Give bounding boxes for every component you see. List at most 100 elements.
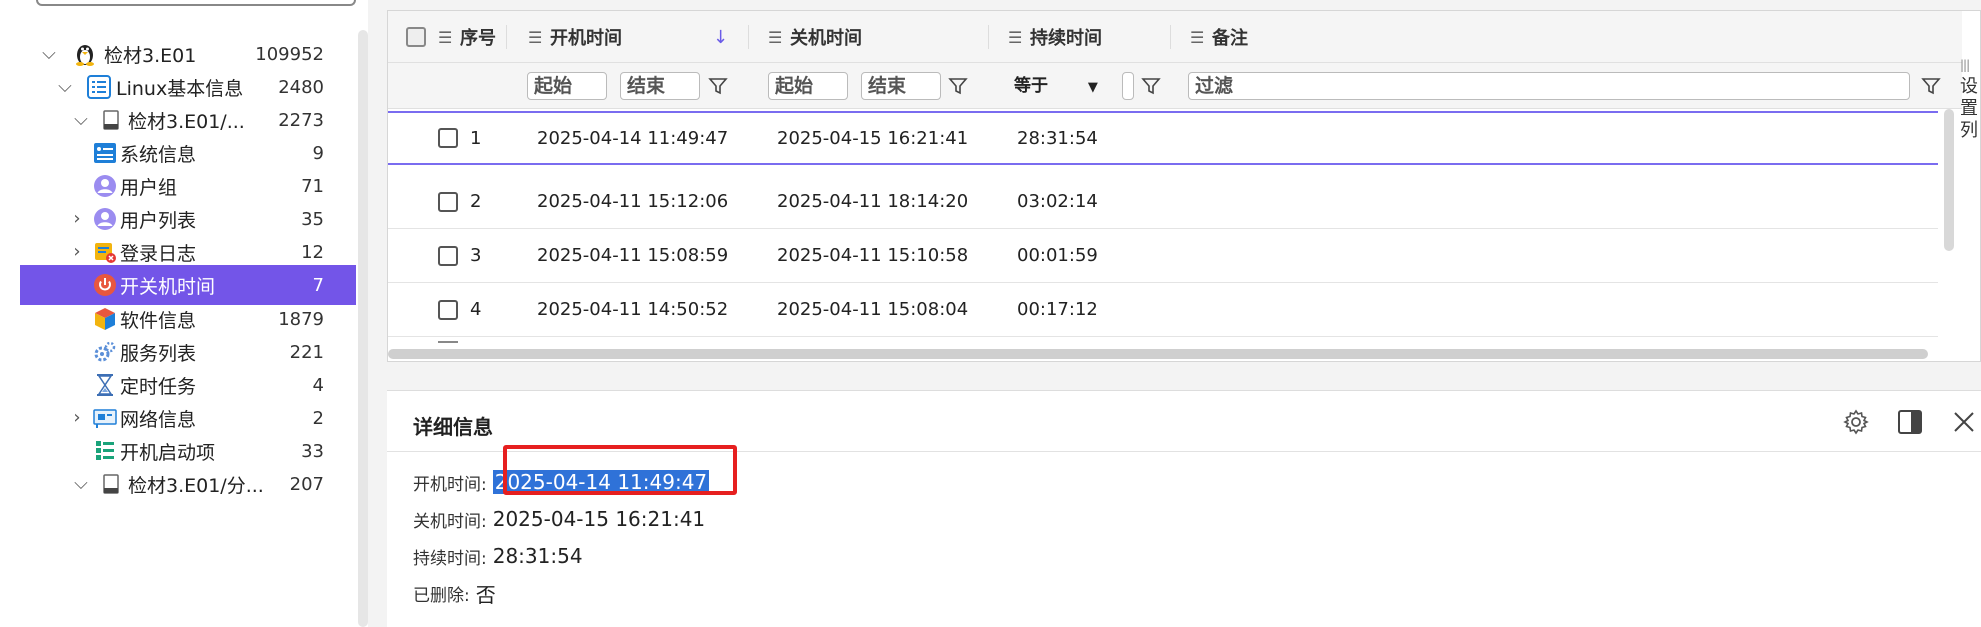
tree-item-count: 109952 [255, 43, 324, 65]
cell-end-time: 2025-04-11 18:14:20 [777, 191, 969, 212]
column-separator[interactable] [506, 25, 507, 49]
chevron-right-icon[interactable]: › [70, 243, 84, 261]
tree-item-label: Linux基本信息 [116, 77, 244, 100]
hourglass-icon [92, 372, 118, 398]
tree-item-count: 2 [312, 407, 324, 429]
tree-item-label: 服务列表 [120, 342, 197, 365]
filter-icon[interactable] [705, 72, 731, 100]
tree-item-count: 9 [312, 142, 324, 164]
tree-item-label: 用户组 [120, 176, 178, 199]
cell-end-time: 2025-04-11 15:10:58 [777, 245, 969, 266]
tree-item-count: 221 [289, 341, 324, 363]
tree-item-count: 7 [312, 274, 324, 296]
detail-field-deleted: 已删除: 否 [413, 578, 496, 608]
list-icon: ☰ [1008, 27, 1023, 47]
gear-icon[interactable] [1841, 407, 1871, 437]
column-header-note[interactable]: ☰ 备注 [1190, 11, 1248, 63]
user-icon [92, 173, 118, 199]
grip-icon: ||| [1960, 58, 1970, 72]
filter-icon[interactable] [1918, 72, 1944, 100]
chevron-down-icon[interactable]: ⌵ [42, 45, 56, 63]
column-header-start-time[interactable]: ☰ 开机时间 [528, 11, 622, 63]
toggle-panel-icon[interactable] [1895, 407, 1925, 437]
cube-icon [92, 306, 118, 332]
tree-item-partition-2[interactable]: ⌵ 检材3.E01/分... 207 [20, 464, 356, 504]
partial-row-checkbox [438, 341, 458, 343]
evidence-tree-panel: ⌵ 检材3.E01 109952 ⌵ Linux基本信息 2480 ⌵ 检材3.… [0, 0, 368, 627]
cell-end-time: 2025-04-11 15:08:04 [777, 299, 969, 320]
end-time-from-input[interactable]: 起始 [768, 72, 848, 100]
table-horizontal-scrollbar[interactable] [388, 349, 1928, 359]
detail-field-end-time: 关机时间: 2025-04-15 16:21:41 [413, 504, 705, 534]
cell-start-time: 2025-04-11 15:12:06 [537, 191, 729, 212]
field-value[interactable]: 否 [476, 579, 496, 608]
field-key: 关机时间: [413, 511, 487, 532]
chevron-down-icon[interactable]: ⌵ [74, 111, 88, 129]
column-header-end-time[interactable]: ☰ 关机时间 [768, 11, 862, 63]
note-filter-input[interactable]: 过滤 [1188, 72, 1910, 100]
table-row[interactable]: 1 2025-04-14 11:49:47 2025-04-15 16:21:4… [388, 111, 1938, 165]
table-row[interactable]: 3 2025-04-11 15:08:59 2025-04-11 15:10:5… [388, 229, 1938, 283]
field-key: 已删除: [413, 585, 470, 606]
cell-index: 4 [470, 299, 482, 320]
column-separator[interactable] [1170, 25, 1171, 49]
field-value[interactable]: 28:31:54 [493, 544, 583, 568]
row-checkbox[interactable] [438, 113, 458, 163]
highlight-annotation-box [503, 445, 737, 495]
network-card-icon [92, 405, 118, 431]
cell-index: 1 [470, 127, 482, 149]
tree-item-count: 2273 [278, 109, 324, 131]
tree-item-label: 开机启动项 [120, 441, 216, 464]
table-row[interactable]: 4 2025-04-11 14:50:52 2025-04-11 15:08:0… [388, 283, 1938, 337]
user-icon [92, 206, 118, 232]
row-checkbox[interactable] [438, 229, 458, 282]
cell-duration: 00:01:59 [1017, 245, 1098, 266]
tree-item-count: 71 [301, 175, 324, 197]
sort-descending-icon[interactable]: ↓ [713, 11, 728, 63]
tree-item-count: 35 [301, 208, 324, 230]
duration-value-input[interactable] [1122, 72, 1134, 100]
tree-item-label: 检材3.E01/分... [128, 474, 264, 497]
end-time-to-input[interactable]: 结束 [861, 72, 941, 100]
table-header: ☰ 序号 ☰ 开机时间 ↓ ☰ 关机时间 ☰ 持续时间 ☰ 备注 [388, 11, 1962, 63]
column-header-index[interactable]: ☰ 序号 [438, 11, 496, 63]
chevron-down-icon[interactable]: ⌵ [74, 475, 88, 493]
chevron-right-icon[interactable]: › [70, 409, 84, 427]
cell-start-time: 2025-04-11 14:50:52 [537, 299, 729, 320]
start-time-to-input[interactable]: 结束 [620, 72, 700, 100]
tree-item-label: 检材3.E01/... [128, 110, 245, 133]
tree-item-label: 用户列表 [120, 209, 197, 232]
list-icon: ☰ [438, 27, 453, 47]
tree-item-count: 207 [289, 473, 324, 495]
disk-icon [98, 471, 124, 497]
column-separator[interactable] [748, 25, 749, 49]
column-settings-side-tab[interactable]: ||| 设置列 [1960, 54, 1981, 142]
cell-end-time: 2025-04-15 16:21:41 [777, 127, 969, 149]
column-separator[interactable] [988, 25, 989, 49]
select-all-checkbox[interactable] [406, 11, 426, 63]
table-vertical-scrollbar[interactable] [1944, 109, 1954, 251]
tree-item-count: 2480 [278, 76, 324, 98]
chevron-down-icon[interactable]: ⌵ [58, 78, 72, 96]
field-value[interactable]: 2025-04-15 16:21:41 [493, 507, 705, 531]
column-header-duration[interactable]: ☰ 持续时间 [1008, 11, 1102, 63]
start-time-from-input[interactable]: 起始 [527, 72, 607, 100]
cell-duration: 00:17:12 [1017, 299, 1098, 320]
linux-tux-icon [72, 41, 98, 67]
tree-search-box[interactable] [36, 0, 356, 6]
tree-item-count: 12 [301, 241, 324, 263]
chevron-right-icon[interactable]: › [70, 210, 84, 228]
filter-icon[interactable] [1138, 72, 1164, 100]
cell-duration: 03:02:14 [1017, 191, 1098, 212]
tree-scrollbar[interactable] [358, 30, 368, 627]
close-icon[interactable] [1949, 407, 1979, 437]
row-checkbox[interactable] [438, 283, 458, 336]
cell-start-time: 2025-04-11 15:08:59 [537, 245, 729, 266]
filter-icon[interactable] [945, 72, 971, 100]
duration-operator-select[interactable]: 等于 ▼ [1014, 72, 1098, 100]
table-row[interactable]: 2 2025-04-11 15:12:06 2025-04-11 18:14:2… [388, 175, 1938, 229]
row-checkbox[interactable] [438, 175, 458, 228]
tree-item-label: 定时任务 [120, 375, 197, 398]
tree-item-label: 网络信息 [120, 408, 197, 431]
field-key: 开机时间: [413, 474, 487, 495]
